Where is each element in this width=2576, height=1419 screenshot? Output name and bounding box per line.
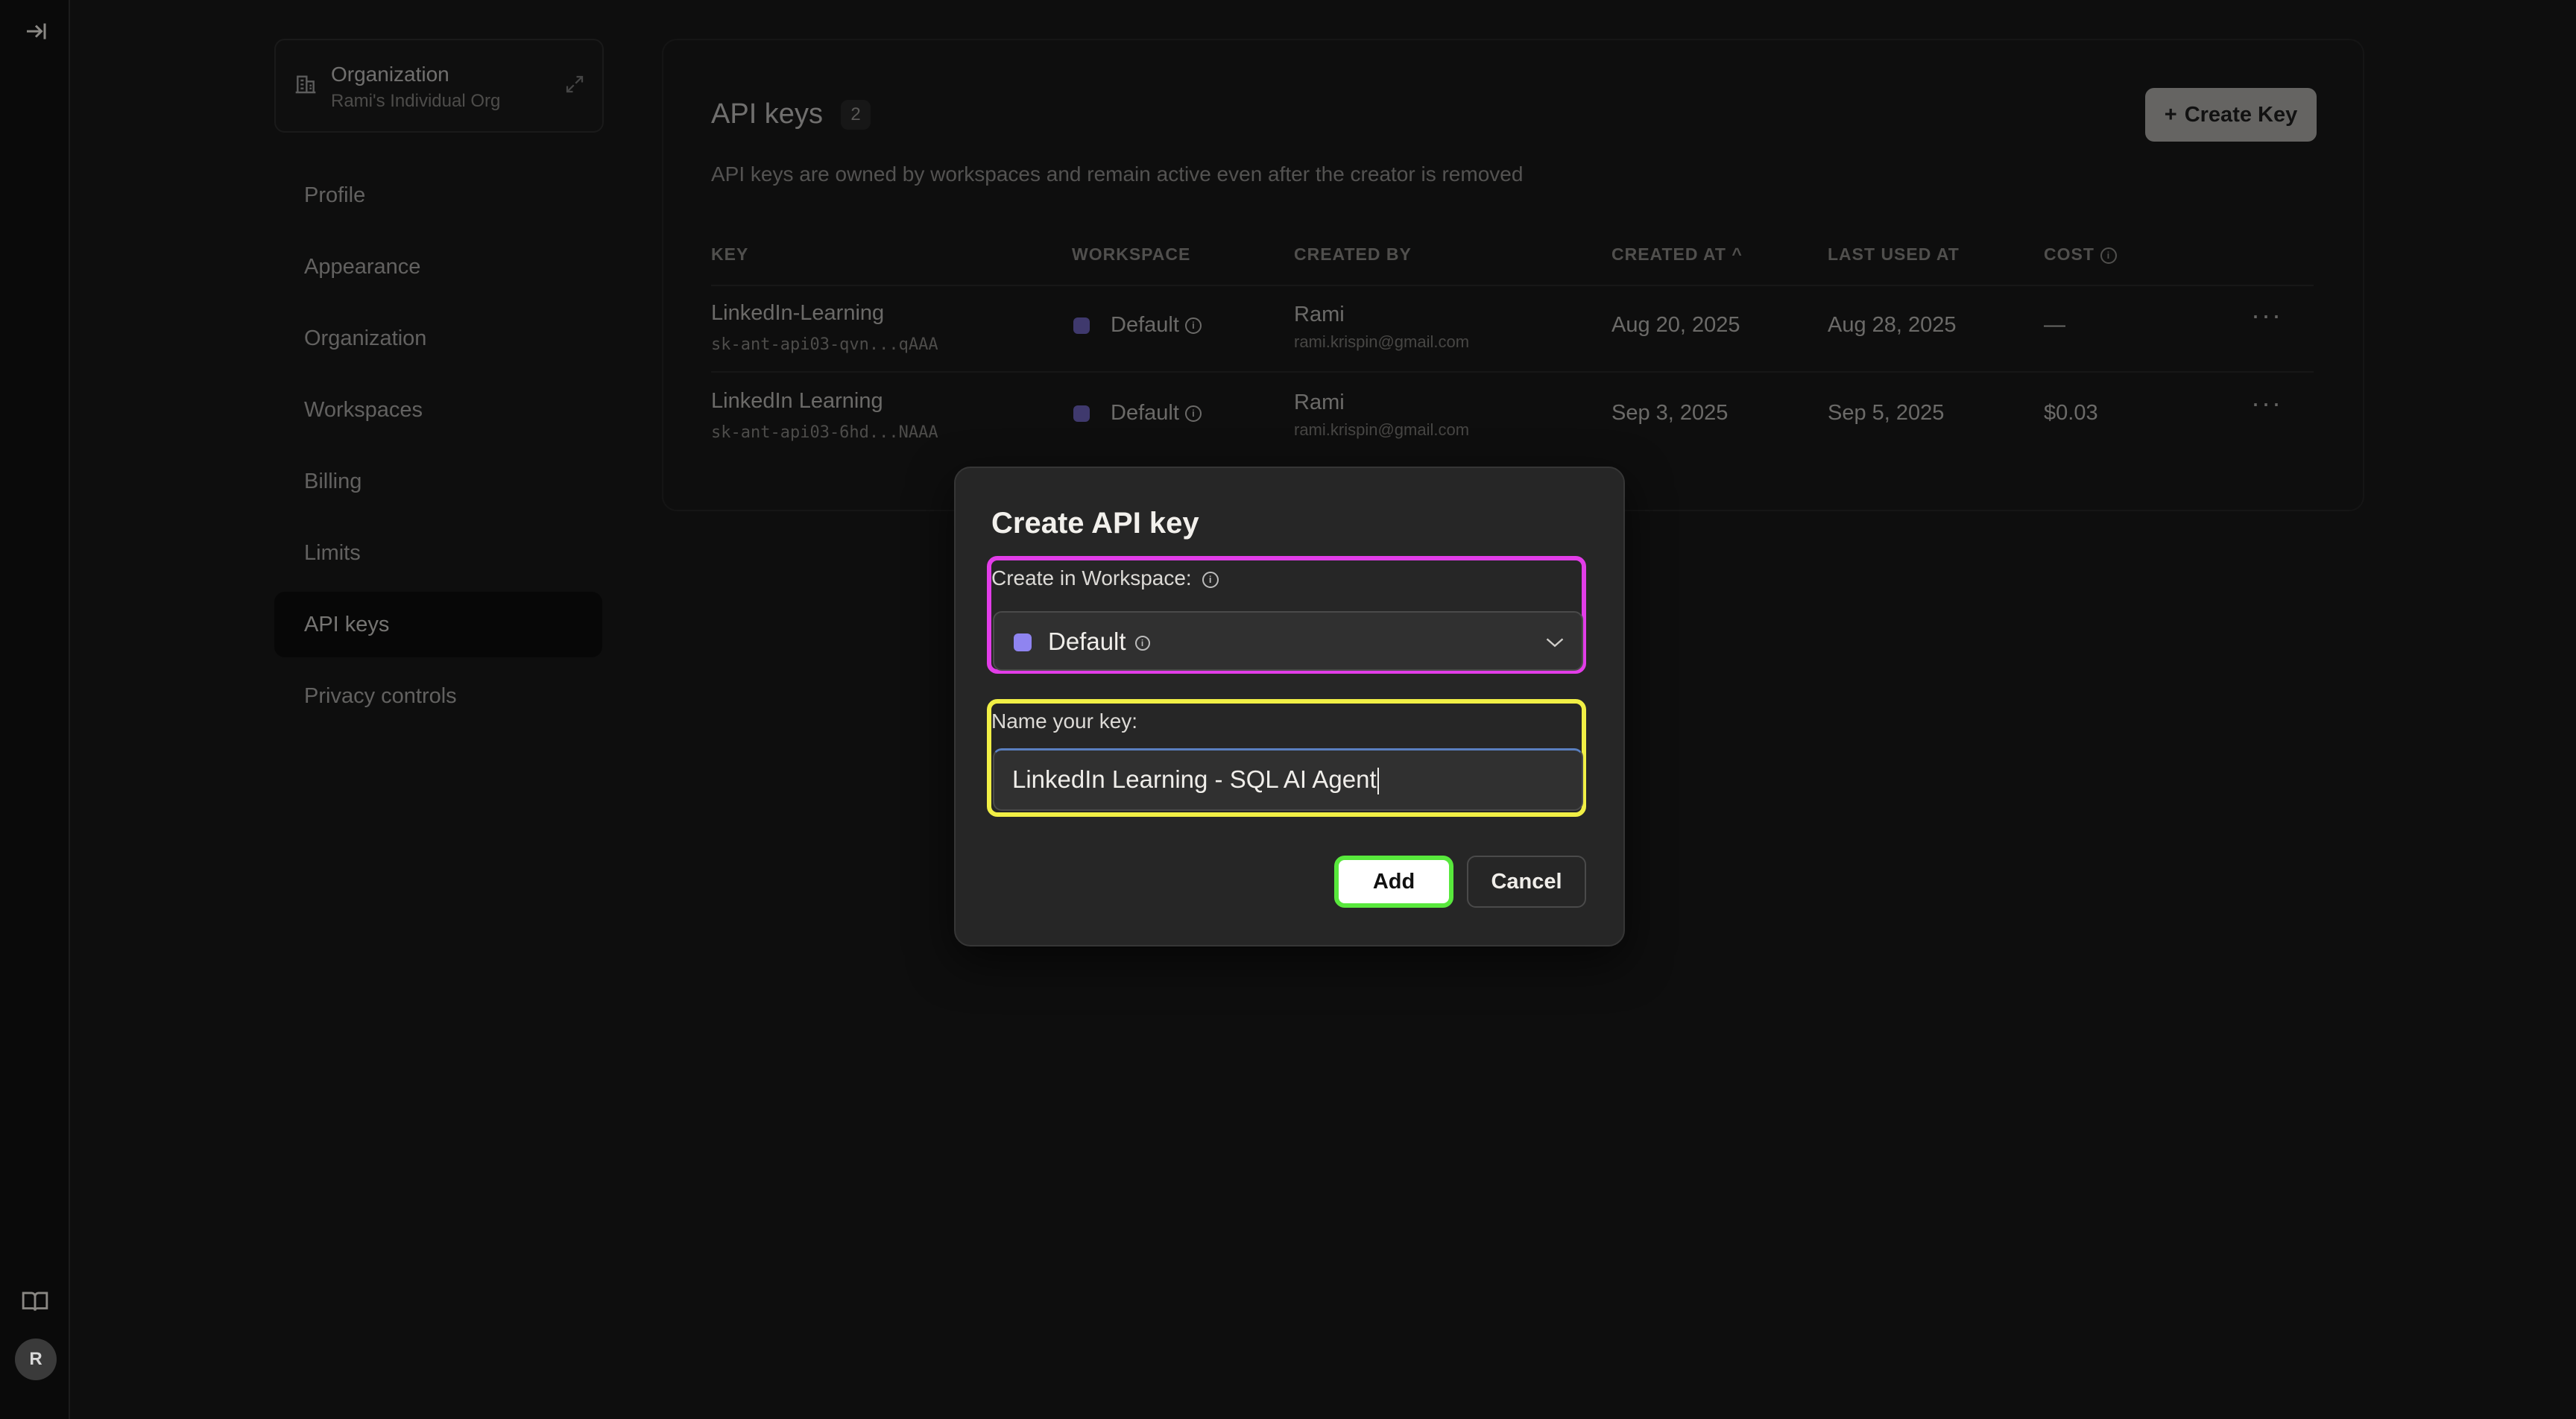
key-name-input[interactable]: LinkedIn Learning - SQL AI Agent bbox=[993, 748, 1583, 811]
sidebar-item-organization[interactable]: Organization bbox=[274, 306, 602, 371]
name-label: Name your key: bbox=[991, 710, 1138, 733]
plus-icon: + bbox=[2164, 102, 2177, 127]
row-menu-icon[interactable]: ··· bbox=[2251, 300, 2282, 331]
create-api-key-dialog: Create API key Create in Workspace: i Def… bbox=[954, 467, 1625, 946]
count-badge: 2 bbox=[841, 100, 871, 130]
sidebar-item-privacy-controls[interactable]: Privacy controls bbox=[274, 663, 602, 729]
info-icon[interactable]: i bbox=[1184, 317, 1202, 335]
workspace-select[interactable]: Default i bbox=[993, 611, 1583, 671]
info-icon[interactable]: i bbox=[2100, 247, 2117, 264]
cost: — bbox=[2044, 313, 2065, 337]
info-icon[interactable]: i bbox=[1134, 636, 1150, 651]
api-keys-card: API keys 2 API keys are owned by workspa… bbox=[662, 39, 2364, 511]
cancel-button[interactable]: Cancel bbox=[1467, 856, 1586, 908]
sidebar-item-profile[interactable]: Profile bbox=[274, 162, 602, 228]
workspace-selected-value: Default i bbox=[1048, 628, 1150, 656]
sidebar-item-workspaces[interactable]: Workspaces bbox=[274, 377, 602, 443]
workspace-color-dot bbox=[1073, 317, 1090, 334]
key-name-value: LinkedIn Learning - SQL AI Agent bbox=[1012, 765, 1377, 793]
key-masked: sk-ant-api03-6hd...NAAA bbox=[711, 423, 938, 442]
column-header-workspace: WORKSPACE bbox=[1072, 244, 1191, 264]
expand-icon[interactable] bbox=[564, 73, 586, 95]
created-by-email: rami.krispin@gmail.com bbox=[1294, 420, 1470, 439]
row-menu-icon[interactable]: ··· bbox=[2251, 388, 2282, 419]
text-caret bbox=[1377, 768, 1379, 795]
divider bbox=[711, 285, 2314, 286]
column-header-key: KEY bbox=[711, 244, 749, 264]
column-header-created-by: CREATED BY bbox=[1294, 244, 1412, 264]
dialog-title: Create API key bbox=[991, 507, 1199, 540]
cost: $0.03 bbox=[2044, 401, 2098, 425]
add-button[interactable]: Add bbox=[1334, 856, 1453, 908]
created-by-name: Rami bbox=[1294, 391, 1345, 414]
column-header-cost: COST i bbox=[2044, 244, 2117, 265]
create-key-button[interactable]: + Create Key bbox=[2145, 88, 2317, 142]
key-name: LinkedIn-Learning bbox=[711, 301, 885, 325]
divider bbox=[711, 371, 2314, 373]
sidebar-item-limits[interactable]: Limits bbox=[274, 520, 602, 586]
workspace-name: Default i bbox=[1111, 313, 1202, 338]
create-key-label: Create Key bbox=[2184, 102, 2298, 127]
info-icon[interactable]: i bbox=[1202, 571, 1219, 588]
org-title: Organization bbox=[331, 63, 449, 86]
created-by-email: rami.krispin@gmail.com bbox=[1294, 332, 1470, 351]
key-name: LinkedIn Learning bbox=[711, 389, 883, 413]
chevron-down-icon bbox=[1546, 638, 1564, 648]
workspace-color-dot bbox=[1014, 633, 1032, 651]
created-at: Aug 20, 2025 bbox=[1611, 313, 1740, 337]
building-icon bbox=[295, 75, 316, 94]
sidebar-item-billing[interactable]: Billing bbox=[274, 449, 602, 514]
column-header-created-at[interactable]: CREATED AT ^ bbox=[1611, 244, 1743, 265]
settings-nav: Profile Appearance Organization Workspac… bbox=[274, 162, 602, 735]
info-icon[interactable]: i bbox=[1184, 405, 1202, 423]
page-title: API keys bbox=[711, 98, 823, 130]
workspace-label: Create in Workspace: i bbox=[991, 566, 1219, 590]
sort-asc-icon: ^ bbox=[1731, 244, 1743, 264]
last-used-at: Aug 28, 2025 bbox=[1828, 313, 1957, 337]
page-description: API keys are owned by workspaces and rem… bbox=[711, 162, 1524, 186]
column-header-last-used-at: LAST USED AT bbox=[1828, 244, 1960, 264]
workspace-color-dot bbox=[1073, 405, 1090, 422]
created-at: Sep 3, 2025 bbox=[1611, 401, 1729, 425]
workspace-name: Default i bbox=[1111, 401, 1202, 426]
org-switcher[interactable]: Organization Rami's Individual Org bbox=[274, 39, 604, 133]
key-masked: sk-ant-api03-qvn...qAAA bbox=[711, 335, 938, 354]
last-used-at: Sep 5, 2025 bbox=[1828, 401, 1945, 425]
sidebar-item-appearance[interactable]: Appearance bbox=[274, 234, 602, 300]
org-subtitle: Rami's Individual Org bbox=[331, 91, 501, 111]
created-by-name: Rami bbox=[1294, 303, 1345, 326]
sidebar-item-api-keys[interactable]: API keys bbox=[274, 592, 602, 657]
